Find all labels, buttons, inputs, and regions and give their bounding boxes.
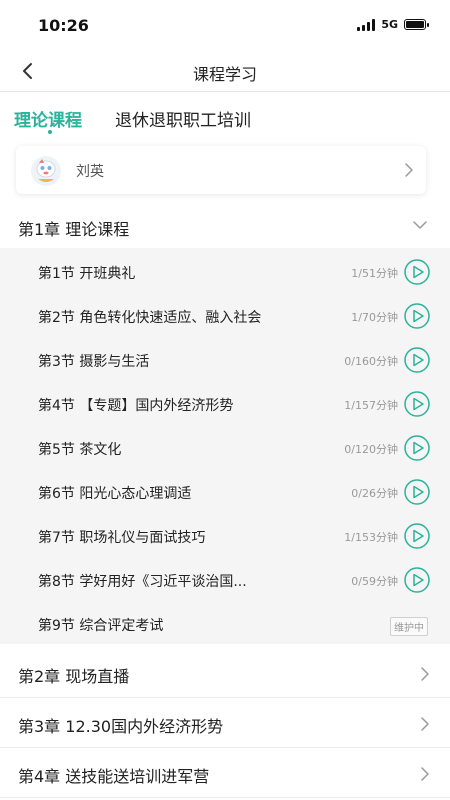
section-row-3[interactable]: 第3节 摄影与生活 0/160分钟 (0, 338, 450, 382)
play-icon[interactable] (404, 259, 430, 285)
section-title: 第9节 综合评定考试 (38, 618, 164, 634)
section-progress: 0/160分钟 (344, 355, 398, 368)
section-progress: 1/70分钟 (351, 311, 398, 324)
chapter-title: 第1章 理论课程 (18, 220, 130, 239)
chevron-right-icon (421, 717, 429, 731)
section-row-7[interactable]: 第7节 职场礼仪与面试技巧 1/153分钟 (0, 514, 450, 558)
play-icon[interactable] (404, 347, 430, 373)
section-title: 第4节 【专题】国内外经济形势 (38, 398, 234, 414)
section-row-4[interactable]: 第4节 【专题】国内外经济形势 1/157分钟 (0, 382, 450, 426)
play-icon[interactable] (404, 435, 430, 461)
section-list: 第1节 开班典礼 1/51分钟 第2节 角色转化快速适应、融入社会 1/70分钟… (0, 248, 450, 644)
section-title: 第6节 阳光心态心理调适 (38, 486, 192, 502)
tab-retiree-training[interactable]: 退休退职职工培训 (115, 106, 251, 131)
section-title: 第3节 摄影与生活 (38, 354, 150, 370)
section-row-2[interactable]: 第2节 角色转化快速适应、融入社会 1/70分钟 (0, 294, 450, 338)
section-progress: 1/153分钟 (344, 531, 398, 544)
section-progress: 0/26分钟 (351, 487, 398, 500)
chapter-header-3[interactable]: 第3章 12.30国内外经济形势 (0, 698, 450, 748)
section-row-9[interactable]: 第9节 综合评定考试 维护中 (0, 602, 450, 646)
chapter-title: 第4章 送技能送培训进军营 (18, 767, 210, 786)
section-row-1[interactable]: 第1节 开班典礼 1/51分钟 (0, 250, 450, 294)
section-progress: 0/59分钟 (351, 575, 398, 588)
section-progress: 1/157分钟 (344, 399, 398, 412)
chevron-right-icon (421, 667, 429, 681)
play-icon[interactable] (404, 567, 430, 593)
nav-bar: 课程学习 (0, 50, 450, 92)
section-row-5[interactable]: 第5节 茶文化 0/120分钟 (0, 426, 450, 470)
chevron-down-icon (413, 221, 427, 229)
play-icon[interactable] (404, 479, 430, 505)
signal-icon (357, 18, 376, 31)
section-title: 第8节 学好用好《习近平谈治国... (38, 574, 247, 590)
page-title: 课程学习 (192, 65, 257, 84)
play-icon[interactable] (404, 303, 430, 329)
chapter-header-2[interactable]: 第2章 现场直播 (0, 648, 450, 698)
status-indicators: 5G (357, 18, 429, 31)
section-title: 第7节 职场礼仪与面试技巧 (38, 530, 206, 546)
active-tab-indicator (48, 130, 52, 134)
user-name: 刘英 (76, 164, 104, 180)
battery-icon (404, 19, 429, 30)
section-progress: 0/120分钟 (344, 443, 398, 456)
play-icon[interactable] (404, 523, 430, 549)
play-icon[interactable] (404, 391, 430, 417)
chapter-title: 第2章 现场直播 (18, 667, 130, 686)
section-title: 第5节 茶文化 (38, 442, 122, 458)
section-progress: 1/51分钟 (351, 267, 398, 280)
section-row-8[interactable]: 第8节 学好用好《习近平谈治国... 0/59分钟 (0, 558, 450, 602)
tab-bar: 理论课程 退休退职职工培训 (0, 92, 450, 138)
chapter-header-1[interactable]: 第1章 理论课程 (0, 204, 450, 248)
chevron-right-icon (405, 163, 413, 177)
network-label: 5G (381, 18, 398, 31)
section-row-6[interactable]: 第6节 阳光心态心理调适 0/26分钟 (0, 470, 450, 514)
status-bar: 10:26 5G (0, 0, 450, 50)
chapter-title: 第3章 12.30国内外经济形势 (18, 717, 224, 736)
maintenance-badge: 维护中 (390, 617, 428, 636)
section-title: 第2节 角色转化快速适应、融入社会 (38, 310, 262, 326)
cartoon-avatar-icon (31, 156, 61, 186)
chapter-header-4[interactable]: 第4章 送技能送培训进军营 (0, 748, 450, 798)
user-card[interactable]: 刘英 (16, 146, 426, 194)
section-title: 第1节 开班典礼 (38, 266, 136, 282)
chevron-right-icon (421, 767, 429, 781)
status-time: 10:26 (38, 16, 89, 35)
tab-theory-course[interactable]: 理论课程 (14, 106, 82, 131)
